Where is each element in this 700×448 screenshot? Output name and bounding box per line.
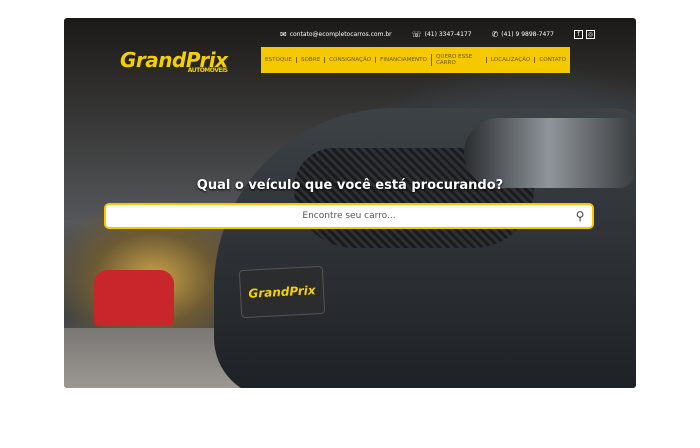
top-contact-bar: ✉ contato@ecompletocarros.com.br ☏ (41) 33…	[280, 30, 595, 39]
search-input[interactable]	[130, 211, 568, 221]
search-bar: ⚲	[104, 203, 594, 229]
instagram-icon[interactable]: ◎	[585, 30, 595, 39]
plate-logo: GrandPrix	[238, 265, 326, 319]
search-icon[interactable]: ⚲	[568, 209, 592, 223]
envelope-icon: ✉	[280, 30, 287, 39]
main-nav: ESTOQUE SOBRE CONSIGNAÇÃO FINANCIAMENTO …	[261, 47, 570, 73]
nav-sobre[interactable]: SOBRE	[295, 57, 324, 63]
whatsapp-link[interactable]: ✆ (41) 9 9898-7477	[492, 30, 554, 39]
nav-contato[interactable]: CONTATO	[534, 57, 570, 63]
email-link[interactable]: ✉ contato@ecompletocarros.com.br	[280, 30, 392, 39]
social-links: f ◎	[573, 30, 595, 39]
brand-logo[interactable]: GrandPrix AUTOMÓVEIS	[120, 48, 228, 74]
nav-localizacao[interactable]: LOCALIZAÇÃO	[485, 57, 534, 63]
hero-title: Qual o veículo que você está procurando?	[196, 178, 504, 193]
nav-estoque[interactable]: ESTOQUE	[261, 57, 296, 63]
red-car-image	[94, 270, 174, 326]
phone-icon: ☏	[411, 30, 422, 39]
facebook-icon[interactable]: f	[573, 30, 583, 39]
phone-link[interactable]: ☏ (41) 3347-4177	[412, 30, 472, 39]
nav-financiamento[interactable]: FINANCIAMENTO	[375, 57, 431, 63]
nav-quero-esse-carro[interactable]: QUERO ESSE CARRO	[430, 54, 486, 66]
hero-banner: GrandPrix GrandPrix AUTOMÓVEIS ✉ contato@e…	[64, 18, 636, 388]
whatsapp-icon: ✆	[491, 30, 499, 39]
nav-consignacao[interactable]: CONSIGNAÇÃO	[324, 57, 375, 63]
